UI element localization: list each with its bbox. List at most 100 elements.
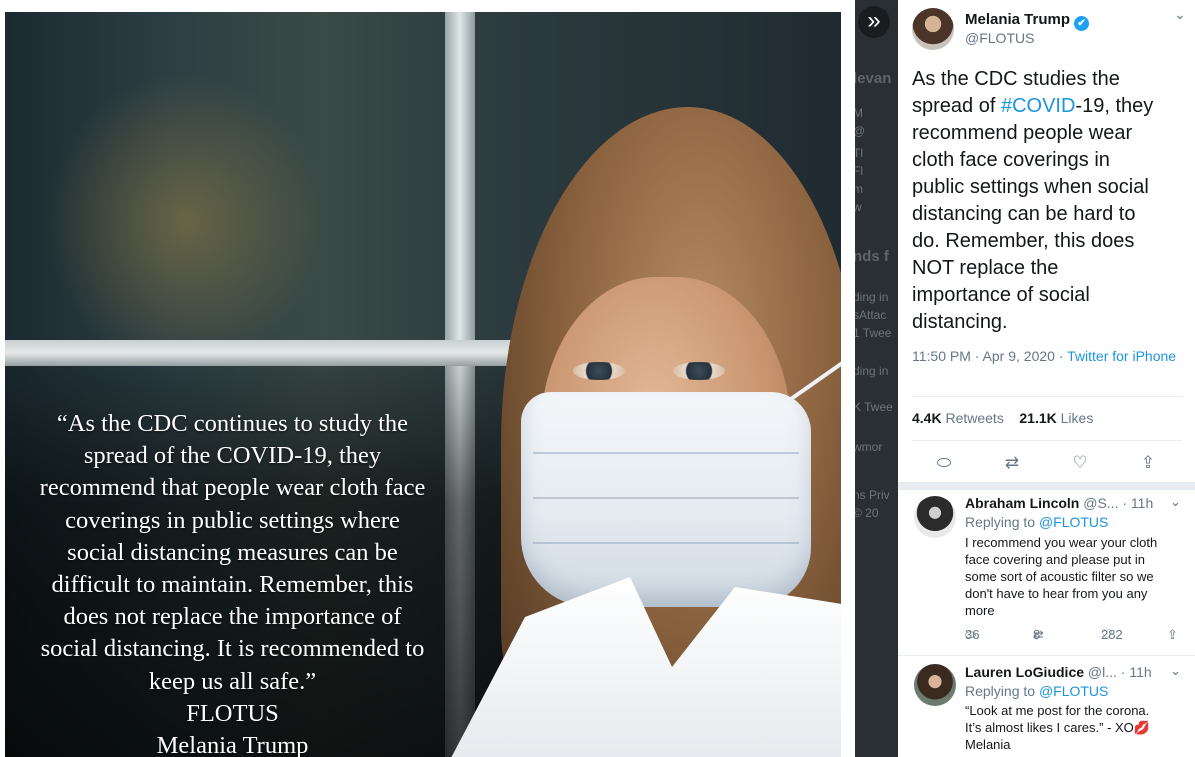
tweet-actions: ⬭ ⇄ ♡ ⇪ bbox=[912, 450, 1182, 478]
tweet-line: do. Remember, this does bbox=[912, 230, 1135, 252]
quote-line: social distancing. It is recommended to bbox=[40, 635, 425, 663]
likes-stat[interactable]: 21.1K Likes bbox=[1019, 410, 1093, 426]
timeline-peek-text: M bbox=[855, 106, 863, 120]
reply-author[interactable]: Abraham Lincoln @S... · 11h bbox=[965, 495, 1153, 511]
author-name[interactable]: Melania Trump ✔ bbox=[965, 11, 1090, 31]
reply-author[interactable]: Lauren LoGiudice @l... · 11h bbox=[965, 664, 1152, 680]
timeline-peek-text: Fl bbox=[855, 164, 863, 178]
timeline-peek-strip: levan M @ Tl Fl mw nds f ding in sAttac 1 Twee din… bbox=[855, 0, 898, 757]
reply-icon[interactable]: ⬭ bbox=[924, 450, 964, 478]
tweet-text-segment: spread of bbox=[912, 95, 1001, 117]
reply-actions: ⬭ 36 ⇄ 8 ♡ 282 ⇪ bbox=[965, 627, 1187, 647]
replying-to: Replying to @FLOTUS bbox=[965, 683, 1108, 699]
author-name-text: Melania Trump bbox=[965, 11, 1071, 28]
portrait-figure bbox=[441, 107, 841, 757]
replying-to-label: Replying to bbox=[965, 683, 1039, 699]
retweets-stat[interactable]: 4.4K Retweets bbox=[912, 410, 1004, 426]
share-icon[interactable]: ⇪ bbox=[1128, 450, 1168, 478]
chevron-double-right-icon: » bbox=[867, 7, 881, 34]
quote-line: coverings in public settings where bbox=[65, 506, 400, 534]
retweets-count: 4.4K bbox=[912, 410, 942, 426]
avatar[interactable] bbox=[912, 8, 954, 50]
reply-text: “Look at me post for the corona. It’s al… bbox=[965, 702, 1187, 753]
timeline-peek-text: @ bbox=[855, 124, 865, 138]
timeline-peek-text: levan bbox=[855, 70, 892, 87]
reply-line: I recommend you wear your cloth bbox=[965, 535, 1158, 550]
avatar[interactable] bbox=[914, 664, 956, 706]
tweet-text: As the CDC studies the spread of #COVID-… bbox=[912, 66, 1187, 336]
retweet-icon[interactable]: ⇄ bbox=[992, 450, 1032, 478]
timeline-peek-text: ding in bbox=[855, 290, 889, 304]
timeline-peek-text: m bbox=[855, 182, 863, 196]
reply-line: Melania bbox=[965, 737, 1011, 752]
reply-handle-time: @l... · 11h bbox=[1084, 664, 1152, 680]
timeline-peek-text: wmor bbox=[855, 440, 883, 454]
divider bbox=[898, 655, 1195, 656]
mask-pleat bbox=[533, 542, 799, 544]
reply-text: I recommend you wear your cloth face cov… bbox=[965, 534, 1187, 619]
hashtag-link[interactable]: #COVID bbox=[1001, 95, 1075, 117]
divider bbox=[912, 396, 1182, 397]
tweet-line: importance of social bbox=[912, 284, 1090, 306]
timeline-peek-text: nds f bbox=[855, 248, 889, 265]
replying-to-handle[interactable]: @FLOTUS bbox=[1039, 514, 1108, 530]
photo-quote-text: “As the CDC continues to study the sprea… bbox=[5, 408, 460, 757]
tweet-stats: 4.4K Retweets 21.1K Likes bbox=[912, 410, 1093, 426]
timeline-peek-text: K Twee bbox=[855, 400, 893, 414]
tweet-meta: 11:50 PM · Apr 9, 2020 · Twitter for iPh… bbox=[912, 348, 1182, 365]
quote-line: spread of the COVID-19, they bbox=[83, 442, 382, 470]
portrait-eye-right bbox=[673, 362, 725, 380]
verified-badge-icon: ✔ bbox=[1074, 16, 1090, 31]
retweets-label: Retweets bbox=[941, 410, 1004, 426]
quote-line: recommend that people wear cloth face bbox=[39, 474, 426, 502]
divider bbox=[912, 440, 1182, 441]
avatar[interactable] bbox=[914, 496, 956, 538]
reply-tweet[interactable]: Lauren LoGiudice @l... · 11h ⌄ Replying … bbox=[898, 660, 1195, 757]
tweet-line: distancing can be hard to bbox=[912, 203, 1136, 225]
likes-label: Likes bbox=[1056, 410, 1094, 426]
reply-author-name: Lauren LoGiudice bbox=[965, 664, 1085, 680]
tweet-line: NOT replace the bbox=[912, 257, 1059, 279]
quote-line: keep us all safe.” bbox=[148, 667, 317, 695]
author-handle[interactable]: @FLOTUS bbox=[965, 30, 1034, 46]
section-divider bbox=[898, 482, 1195, 490]
chevron-down-icon[interactable]: ⌄ bbox=[1174, 6, 1186, 23]
quote-line: “As the CDC continues to study the bbox=[56, 410, 409, 437]
reply-handle-time: @S... · 11h bbox=[1079, 495, 1154, 511]
timeline-peek-text: w bbox=[855, 200, 862, 214]
chevron-down-icon[interactable]: ⌄ bbox=[1170, 494, 1181, 510]
reply-line: face covering and please put in bbox=[965, 552, 1145, 567]
timeline-peek-text: ns Priv bbox=[855, 488, 890, 502]
reply-line: more bbox=[965, 603, 995, 618]
timeline-peek-text: ding in bbox=[855, 364, 889, 378]
collapse-panel-button[interactable]: » bbox=[858, 6, 890, 38]
tweet-line: public settings when social bbox=[912, 176, 1149, 198]
quote-signature-name: Melania Trump bbox=[156, 732, 309, 757]
retweet-count: 8 bbox=[1033, 627, 1041, 642]
reply-line: “Look at me post for the corona. bbox=[965, 703, 1150, 718]
timeline-peek-text: © 20 bbox=[855, 506, 879, 520]
replying-to-handle[interactable]: @FLOTUS bbox=[1039, 683, 1108, 699]
tweet-line: cloth face coverings in bbox=[912, 149, 1110, 171]
photo-background-light bbox=[45, 72, 325, 372]
mask-pleat bbox=[533, 452, 799, 454]
quote-signature-title: FLOTUS bbox=[186, 699, 279, 727]
tweet-line: distancing. bbox=[912, 311, 1008, 333]
tweet-line: As the CDC studies the bbox=[912, 68, 1120, 90]
timeline-peek-text: sAttac bbox=[855, 308, 887, 322]
tweet-photo[interactable]: “As the CDC continues to study the sprea… bbox=[5, 12, 841, 757]
replying-to-label: Replying to bbox=[965, 514, 1039, 530]
timeline-peek-text: 1 Twee bbox=[855, 326, 892, 340]
tweet-line: spread of #COVID-19, they bbox=[912, 93, 1187, 120]
replying-to: Replying to @FLOTUS bbox=[965, 514, 1108, 530]
tweet-line: recommend people wear bbox=[912, 122, 1133, 144]
reply-line: It’s almost likes I cares.” - XO💋 bbox=[965, 720, 1150, 735]
like-count: 282 bbox=[1101, 627, 1123, 642]
likes-count: 21.1K bbox=[1019, 410, 1057, 426]
tweet-source-link[interactable]: Twitter for iPhone bbox=[1067, 348, 1176, 364]
tweet-timestamp[interactable]: 11:50 PM · Apr 9, 2020 · bbox=[912, 348, 1067, 364]
reply-tweet[interactable]: Abraham Lincoln @S... · 11h ⌄ Replying t… bbox=[898, 490, 1195, 656]
timeline-peek-text: Tl bbox=[855, 146, 863, 160]
chevron-down-icon[interactable]: ⌄ bbox=[1170, 663, 1181, 679]
like-icon[interactable]: ♡ bbox=[1060, 450, 1100, 478]
